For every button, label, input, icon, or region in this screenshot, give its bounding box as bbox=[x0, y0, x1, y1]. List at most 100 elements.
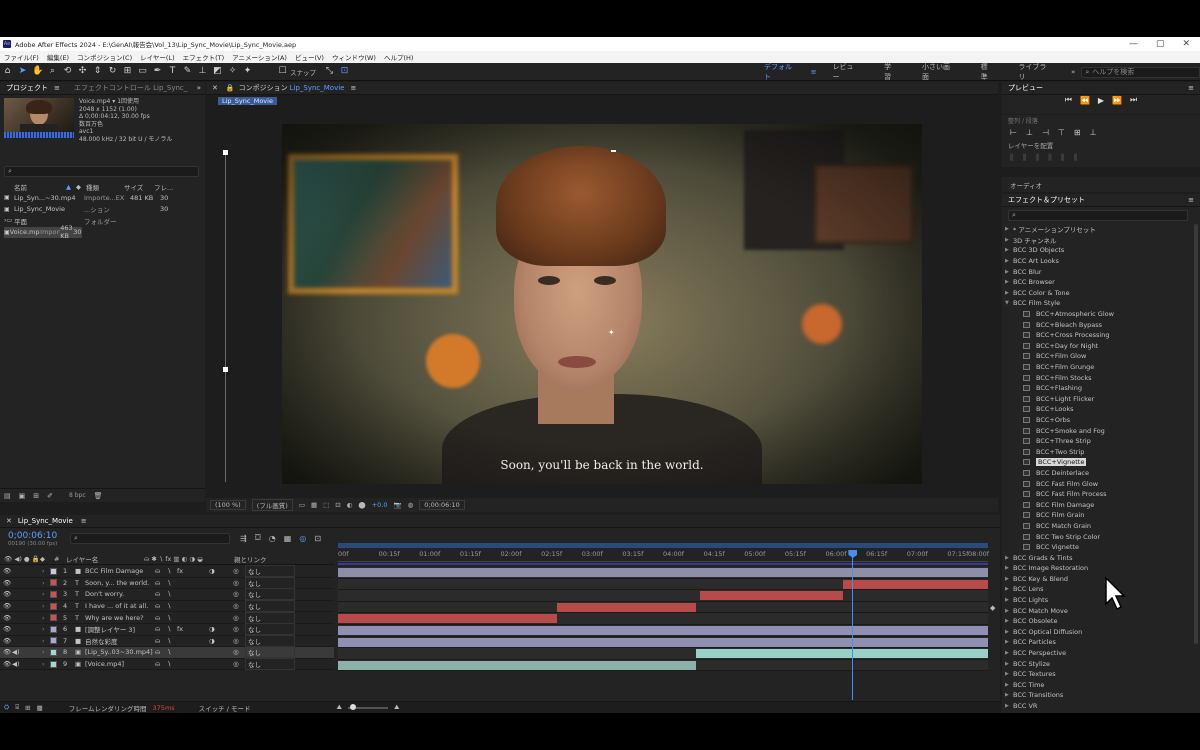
effect-item[interactable]: BCC+Cross Processing bbox=[1005, 330, 1200, 341]
shy-switch-icon[interactable]: ⛀ bbox=[155, 567, 167, 575]
quality-switch-icon[interactable]: ∖ bbox=[167, 602, 177, 610]
maximize-button[interactable]: ▢ bbox=[1156, 37, 1165, 51]
timeline-layer-row[interactable]: 👁 › 6 ■ [調整レイヤー 3] ⛀ ∖ fx ◑ ◎ なし bbox=[0, 623, 334, 636]
quality-switch-icon[interactable]: ∖ bbox=[167, 614, 177, 622]
layer-name[interactable]: [調整レイヤー 3] bbox=[85, 624, 155, 634]
preview-menu-icon[interactable]: ≡ bbox=[1188, 84, 1194, 92]
timeline-layer-row[interactable]: 👁 › 2 T Soon, y... the world. ⛀ ∖ ◎ なし bbox=[0, 576, 334, 590]
timeline-layer-row[interactable]: 👁 › 5 T Why are we here? ⛀ ∖ ◎ なし bbox=[0, 611, 334, 624]
workspace-menu-icon[interactable]: ≡ bbox=[811, 68, 817, 76]
effect-item[interactable]: BCC Film Grain bbox=[1005, 510, 1200, 521]
zoom-select[interactable]: (100 %) bbox=[210, 500, 246, 510]
effect-category[interactable]: ▶ BCC Browser bbox=[1005, 277, 1200, 288]
parent-pickwhip-icon[interactable]: ◎ bbox=[233, 625, 245, 633]
parent-pickwhip-icon[interactable]: ◎ bbox=[233, 614, 245, 622]
exposure-value[interactable]: +0.0 bbox=[372, 501, 388, 509]
layer-duration-bar[interactable] bbox=[338, 637, 988, 647]
label-color-swatch[interactable] bbox=[50, 602, 57, 610]
layer-name[interactable]: Soon, y... the world. bbox=[85, 579, 155, 587]
shy-switch-icon[interactable]: ⛀ bbox=[155, 590, 167, 598]
visibility-eye-icon[interactable]: 👁 bbox=[3, 602, 12, 610]
effect-category[interactable]: ▼ BCC Film Style bbox=[1005, 298, 1200, 309]
effect-item[interactable]: BCC Vignette bbox=[1005, 542, 1200, 553]
chevron-right-icon[interactable]: ▶ bbox=[1005, 237, 1013, 243]
effect-item[interactable]: BCC+Flashing bbox=[1005, 383, 1200, 394]
rotate-tool-icon[interactable]: ↻ bbox=[107, 66, 118, 77]
brush-tool-icon[interactable]: ✎ bbox=[182, 66, 193, 77]
effect-category[interactable]: ▶ BCC Particles bbox=[1005, 637, 1200, 648]
new-folder-icon[interactable]: ▤ bbox=[4, 492, 11, 500]
effect-item[interactable]: BCC+Looks bbox=[1005, 404, 1200, 415]
layer-duration-bar[interactable] bbox=[699, 591, 844, 601]
layer-duration-bar[interactable] bbox=[843, 579, 988, 589]
graph-editor-icon[interactable]: ⊡ bbox=[314, 534, 321, 543]
minimize-button[interactable]: — bbox=[1129, 37, 1138, 51]
lock-icon[interactable]: 🔒 bbox=[226, 84, 235, 92]
tab-preview[interactable]: プレビュー bbox=[1008, 83, 1043, 93]
show-snapshot-icon[interactable]: ◍ bbox=[408, 501, 414, 509]
effect-item[interactable]: BCC+Film Stocks bbox=[1005, 372, 1200, 383]
time-ruler[interactable]: 00f 00:15f 01:00f 01:15f 02:00f 02:15f 03:00f 0… bbox=[338, 550, 989, 562]
snap-checkbox-icon[interactable]: ☐ bbox=[277, 66, 288, 77]
anchor-tool-icon[interactable]: ⊞ bbox=[122, 66, 133, 77]
rectangle-tool-icon[interactable]: ▭ bbox=[137, 66, 148, 77]
shy-switch-icon[interactable]: ⛀ bbox=[155, 637, 167, 645]
menu-view[interactable]: ビュー(V) bbox=[295, 52, 324, 62]
effects-scrollbar[interactable] bbox=[1194, 224, 1198, 644]
parent-select[interactable]: なし bbox=[245, 588, 295, 601]
guides-icon[interactable]: ⊡ bbox=[335, 501, 340, 509]
effect-category[interactable]: ▶ * アニメーションプリセット bbox=[1005, 224, 1200, 235]
chevron-right-icon[interactable]: ▶ bbox=[1005, 258, 1013, 264]
color-mgmt-icon[interactable]: ⬤ bbox=[358, 501, 365, 509]
label-col-icon[interactable]: ◆ bbox=[76, 183, 86, 191]
tab-composition[interactable]: コンポジション bbox=[239, 83, 288, 93]
align-vcenter-icon[interactable]: ⊞ bbox=[1074, 128, 1081, 137]
mask-view-icon[interactable]: ⬚ bbox=[323, 501, 329, 509]
expand-chevron-icon[interactable]: › bbox=[42, 602, 50, 610]
quality-switch-icon[interactable]: ∖ bbox=[167, 648, 177, 656]
menu-window[interactable]: ウィンドウ(W) bbox=[332, 52, 376, 62]
footer-toggle-4-icon[interactable]: ▦ bbox=[37, 704, 43, 712]
new-folder-button-icon[interactable]: ▣ bbox=[19, 492, 26, 500]
bpc-label[interactable]: 8 bpc bbox=[69, 492, 86, 499]
layer-duration-bar[interactable] bbox=[695, 649, 988, 659]
col-name[interactable]: 名前 bbox=[14, 182, 66, 192]
chevron-right-icon[interactable]: ▶ bbox=[1005, 629, 1013, 635]
parent-pickwhip-icon[interactable]: ◎ bbox=[233, 660, 245, 668]
chevron-right-icon[interactable]: ▶ bbox=[1005, 226, 1013, 232]
effect-item[interactable]: BCC Film Damage bbox=[1005, 499, 1200, 510]
timeline-layer-row[interactable]: 👁 › 3 T Don't worry. ⛀ ∖ ◎ なし bbox=[0, 588, 334, 601]
effect-category[interactable]: ▶ BCC Time bbox=[1005, 680, 1200, 691]
parent-pickwhip-icon[interactable]: ◎ bbox=[233, 567, 245, 575]
next-frame-icon[interactable]: ⏩ bbox=[1112, 96, 1122, 105]
project-item-row[interactable]: ▣ Lip_Sync_Movie ...ション 30 bbox=[4, 204, 205, 216]
zoom-out-icon[interactable]: ⛰ bbox=[336, 703, 341, 712]
resolution-select[interactable]: (フル画質) bbox=[251, 499, 293, 511]
visibility-eye-icon[interactable]: 👁 bbox=[3, 625, 12, 633]
adjustment-switch-icon[interactable]: ◑ bbox=[209, 567, 233, 575]
last-frame-icon[interactable]: ⏭ bbox=[1130, 95, 1137, 105]
panel-overflow-icon[interactable]: » bbox=[197, 84, 201, 92]
expand-chevron-icon[interactable]: › bbox=[42, 660, 50, 668]
dolly-tool-icon[interactable]: ⇕ bbox=[92, 66, 103, 77]
comp-timecode[interactable]: 0;00:06:10 bbox=[419, 500, 465, 510]
visibility-eye-icon[interactable]: 👁 bbox=[3, 614, 12, 622]
effect-category[interactable]: ▶ BCC Match Move bbox=[1005, 605, 1200, 616]
tab-comp-name[interactable]: Lip_Sync_Movie bbox=[290, 84, 345, 92]
parent-select[interactable]: なし bbox=[245, 623, 295, 636]
hand-tool-icon[interactable]: ✋ bbox=[32, 66, 43, 77]
effect-item[interactable]: BCC+Atmospheric Glow bbox=[1005, 309, 1200, 320]
work-area-bar[interactable] bbox=[338, 543, 988, 548]
effect-item[interactable]: BCC+Smoke and Fog bbox=[1005, 425, 1200, 436]
chevron-right-icon[interactable]: ▶ bbox=[1005, 290, 1013, 296]
chevron-right-icon[interactable]: ▶ bbox=[1005, 586, 1013, 592]
comp-mini-flow-icon[interactable]: ⛋ bbox=[255, 533, 261, 543]
shy-switch-icon[interactable]: ⛀ bbox=[155, 648, 167, 656]
timeline-menu-icon[interactable]: ≡ bbox=[81, 517, 87, 525]
parent-select[interactable]: なし bbox=[245, 634, 295, 647]
layer-name[interactable]: Why are we here? bbox=[85, 614, 155, 622]
layer-name[interactable]: [Lip_Sy..03~30.mp4] bbox=[85, 648, 155, 656]
col-frame[interactable]: フレ... bbox=[154, 182, 176, 192]
interpret-icon[interactable]: ✐ bbox=[47, 492, 53, 500]
col-parent[interactable]: 親とリンク bbox=[234, 554, 267, 564]
